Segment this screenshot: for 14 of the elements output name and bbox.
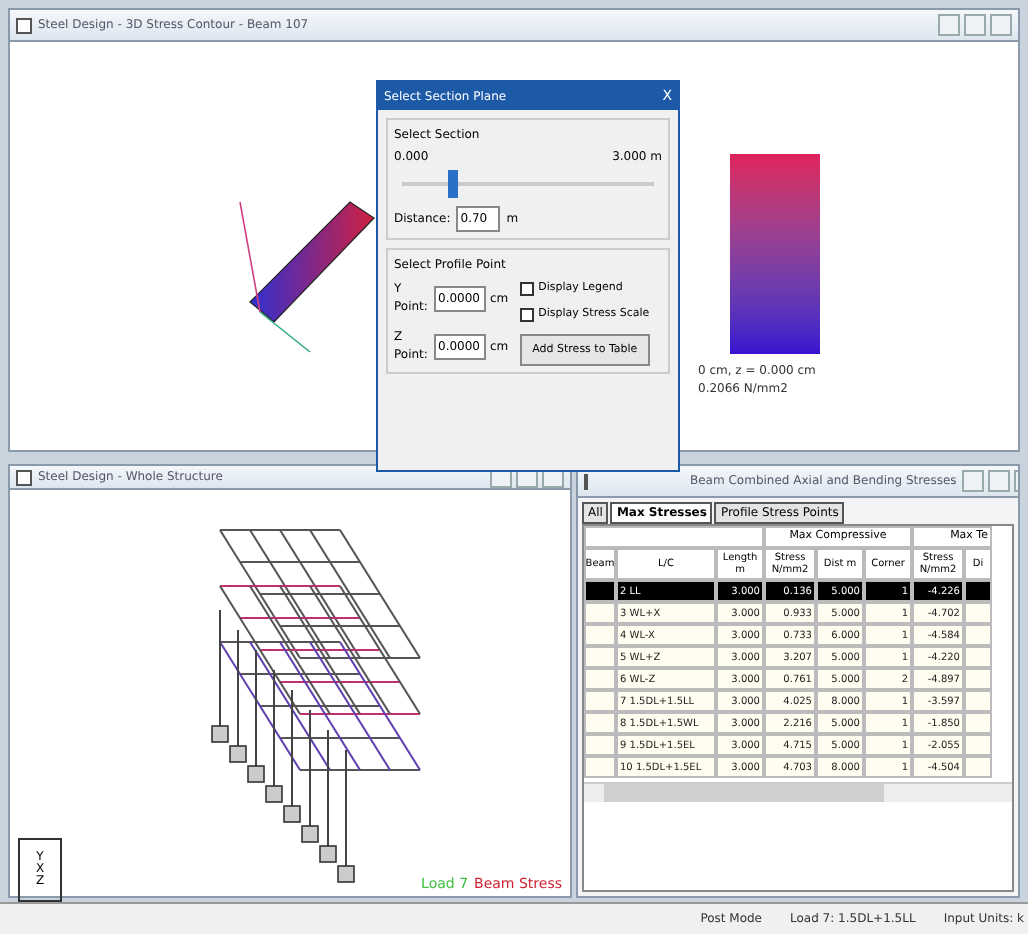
horizontal-scrollbar[interactable] <box>584 782 1012 802</box>
table-cell <box>584 734 616 756</box>
table-cell <box>584 646 616 668</box>
table-cell <box>584 668 616 690</box>
table-cell <box>584 712 616 734</box>
table-cell <box>584 580 616 602</box>
table-cell <box>584 624 616 646</box>
table-cell <box>584 602 616 624</box>
section-slider[interactable] <box>402 170 654 198</box>
checkbox[interactable] <box>520 281 535 296</box>
table-cell <box>584 690 616 712</box>
slider-thumb[interactable] <box>448 170 459 198</box>
table-cell <box>584 756 616 778</box>
checkbox[interactable] <box>520 307 535 322</box>
